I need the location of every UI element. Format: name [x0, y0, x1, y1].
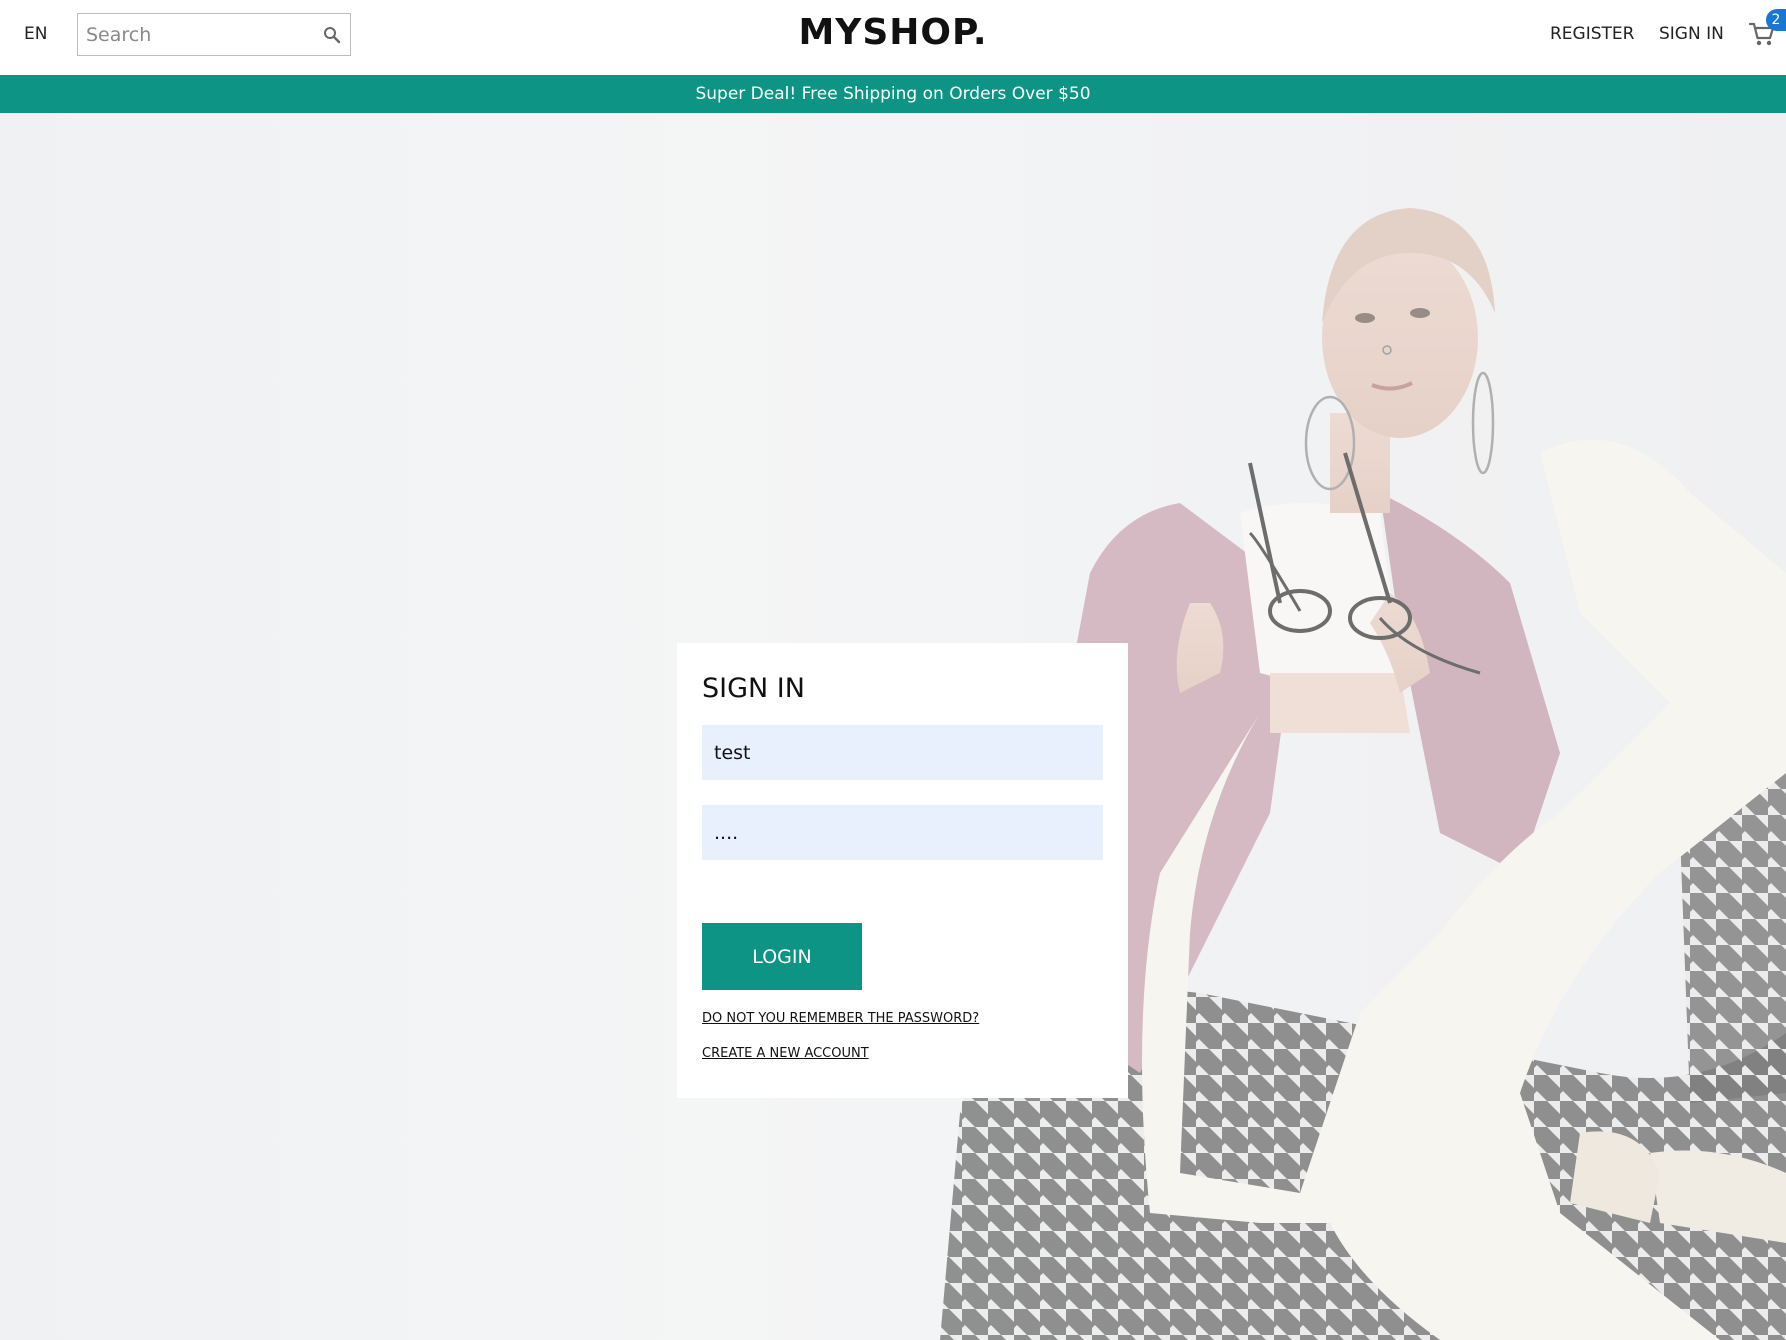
- signin-card: SIGN IN LOGIN DO NOT YOU REMEMBER THE PA…: [677, 643, 1128, 1098]
- signin-link[interactable]: SIGN IN: [1659, 24, 1724, 44]
- password-field[interactable]: [702, 805, 1103, 860]
- cart-count-badge: 2: [1766, 9, 1786, 31]
- login-button[interactable]: LOGIN: [702, 923, 862, 990]
- forgot-password-link[interactable]: DO NOT YOU REMEMBER THE PASSWORD?: [702, 1011, 979, 1026]
- site-logo[interactable]: MYSHOP.: [798, 12, 987, 53]
- search-input[interactable]: [78, 14, 308, 55]
- hero-section: SIGN IN LOGIN DO NOT YOU REMEMBER THE PA…: [0, 113, 1786, 1340]
- create-account-link[interactable]: CREATE A NEW ACCOUNT: [702, 1046, 869, 1061]
- language-selector[interactable]: EN: [24, 24, 47, 44]
- username-field[interactable]: [702, 725, 1103, 780]
- register-link[interactable]: REGISTER: [1550, 24, 1634, 44]
- site-header: EN MYSHOP. REGISTER SIGN IN 2: [0, 0, 1786, 75]
- promo-banner: Super Deal! Free Shipping on Orders Over…: [0, 75, 1786, 113]
- signin-title: SIGN IN: [702, 673, 805, 704]
- search-icon[interactable]: [320, 23, 344, 47]
- search-box: [77, 13, 351, 56]
